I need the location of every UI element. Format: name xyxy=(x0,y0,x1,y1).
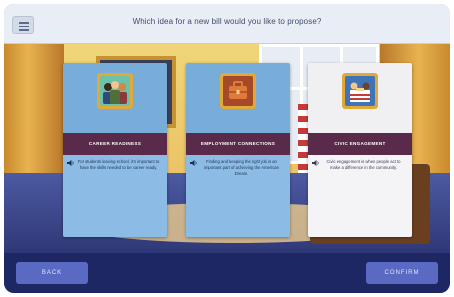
card-description: For students leaving school, it's import… xyxy=(77,159,160,170)
bill-card-employment-connections[interactable]: EMPLOYMENT CONNECTIONS Finding and keepi… xyxy=(186,63,290,237)
hamburger-menu-icon[interactable] xyxy=(12,16,34,34)
speaker-icon[interactable] xyxy=(312,160,320,166)
card-body: Finding and keeping the right job is an … xyxy=(186,155,290,237)
card-body: Civic engagement is when people act to m… xyxy=(308,155,412,237)
bill-card-career-readiness[interactable]: CAREER READINESS For students leaving sc… xyxy=(63,63,167,237)
people-group-icon xyxy=(97,73,133,109)
card-art xyxy=(308,63,412,133)
ballot-box-icon xyxy=(342,73,378,109)
card-art xyxy=(63,63,167,133)
card-title-band: EMPLOYMENT CONNECTIONS xyxy=(186,133,290,155)
briefcase-icon xyxy=(220,73,256,109)
top-bar: Which idea for a new bill would you like… xyxy=(4,4,450,44)
bill-card-civic-engagement[interactable]: CIVIC ENGAGEMENT Civic engagement is whe… xyxy=(308,63,412,237)
bottom-bar: BACK CONFIRM xyxy=(4,253,450,293)
game-frame: Which idea for a new bill would you like… xyxy=(4,4,450,293)
card-title: EMPLOYMENT CONNECTIONS xyxy=(200,141,276,146)
card-body: For students leaving school, it's import… xyxy=(63,155,167,237)
back-button[interactable]: BACK xyxy=(16,262,88,284)
question-prompt: Which idea for a new bill would you like… xyxy=(132,17,322,26)
speaker-icon[interactable] xyxy=(67,160,75,166)
card-title-band: CIVIC ENGAGEMENT xyxy=(308,133,412,155)
card-art xyxy=(186,63,290,133)
card-description: Finding and keeping the right job is an … xyxy=(204,159,279,176)
speaker-icon[interactable] xyxy=(190,160,198,166)
card-title-band: CAREER READINESS xyxy=(63,133,167,155)
card-title: CIVIC ENGAGEMENT xyxy=(334,141,386,146)
confirm-button[interactable]: CONFIRM xyxy=(366,262,438,284)
card-title: CAREER READINESS xyxy=(88,141,142,146)
card-description: Civic engagement is when people act to m… xyxy=(326,159,401,170)
